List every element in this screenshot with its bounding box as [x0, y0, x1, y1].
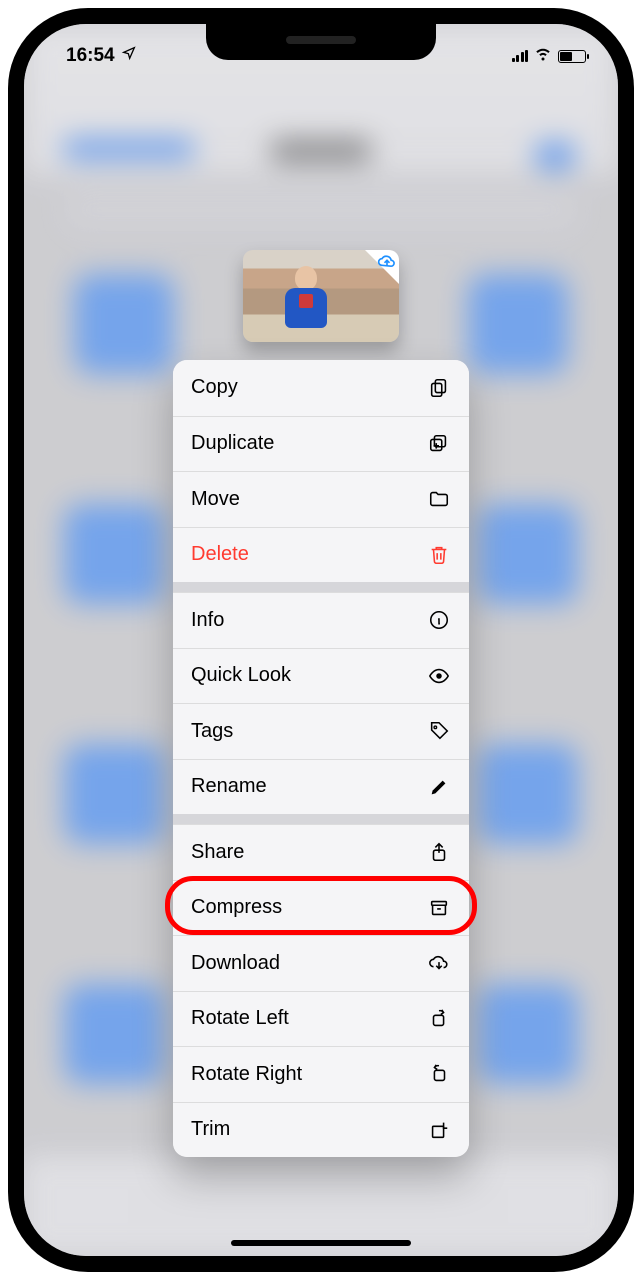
- menu-item-tags[interactable]: Tags: [173, 703, 469, 759]
- menu-item-label: Delete: [191, 543, 249, 566]
- share-icon: [427, 840, 451, 864]
- pencil-icon: [427, 775, 451, 799]
- menu-item-label: Tags: [191, 720, 233, 743]
- menu-item-duplicate[interactable]: Duplicate: [173, 416, 469, 472]
- menu-item-rename[interactable]: Rename: [173, 759, 469, 815]
- menu-item-label: Move: [191, 488, 240, 511]
- eye-icon: [427, 664, 451, 688]
- wifi-icon: [534, 44, 552, 68]
- menu-separator: [173, 582, 469, 592]
- rotate-left-icon: [427, 1007, 451, 1031]
- folder-icon: [427, 487, 451, 511]
- menu-item-download[interactable]: Download: [173, 935, 469, 991]
- context-menu: Copy Duplicate Move Delete Info Quick Look Tag…: [173, 360, 469, 1157]
- menu-item-rotateright[interactable]: Rotate Right: [173, 1046, 469, 1102]
- battery-icon: [558, 50, 586, 63]
- screen: 16:54: [24, 24, 618, 1256]
- iphone-device-frame: 16:54: [8, 8, 634, 1272]
- menu-item-label: Rename: [191, 775, 267, 798]
- menu-item-info[interactable]: Info: [173, 592, 469, 648]
- location-icon: [121, 45, 137, 67]
- menu-item-delete[interactable]: Delete: [173, 527, 469, 583]
- notch: [206, 24, 436, 60]
- cloud-status-icon: [377, 252, 397, 277]
- menu-item-compress[interactable]: Compress: [173, 880, 469, 936]
- menu-item-label: Rotate Left: [191, 1007, 289, 1030]
- menu-item-label: Duplicate: [191, 432, 274, 455]
- status-time: 16:54: [66, 45, 115, 67]
- home-indicator: [231, 1240, 411, 1246]
- trash-icon: [427, 543, 451, 567]
- menu-item-share[interactable]: Share: [173, 824, 469, 880]
- trim-icon: [427, 1118, 451, 1142]
- duplicate-icon: [427, 432, 451, 456]
- menu-item-label: Info: [191, 609, 224, 632]
- copy-icon: [427, 376, 451, 400]
- cloud-download-icon: [427, 951, 451, 975]
- cellular-icon: [512, 50, 529, 62]
- menu-item-move[interactable]: Move: [173, 471, 469, 527]
- menu-item-rotateleft[interactable]: Rotate Left: [173, 991, 469, 1047]
- archive-icon: [427, 896, 451, 920]
- menu-item-trim[interactable]: Trim: [173, 1102, 469, 1158]
- menu-item-label: Download: [191, 952, 280, 975]
- menu-item-label: Quick Look: [191, 664, 291, 687]
- menu-item-label: Compress: [191, 896, 282, 919]
- rotate-right-icon: [427, 1062, 451, 1086]
- menu-item-label: Copy: [191, 376, 238, 399]
- menu-item-label: Trim: [191, 1118, 230, 1141]
- menu-item-quicklook[interactable]: Quick Look: [173, 648, 469, 704]
- menu-item-label: Share: [191, 841, 244, 864]
- tag-icon: [427, 719, 451, 743]
- menu-separator: [173, 814, 469, 824]
- info-icon: [427, 608, 451, 632]
- menu-item-copy[interactable]: Copy: [173, 360, 469, 416]
- menu-item-label: Rotate Right: [191, 1063, 302, 1086]
- file-preview-thumbnail[interactable]: [243, 250, 399, 342]
